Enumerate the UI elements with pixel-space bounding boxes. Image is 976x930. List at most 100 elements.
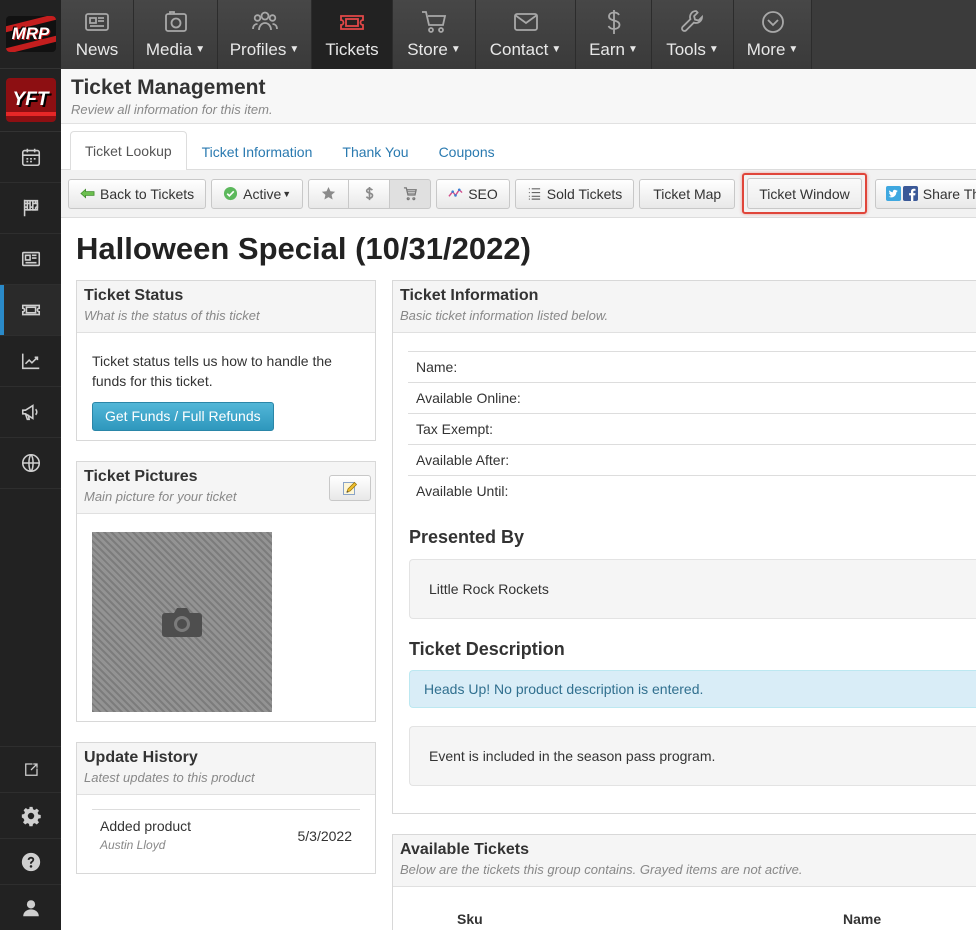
nav-more-label: More (746, 40, 786, 59)
update-history-subtitle: Latest updates to this product (84, 770, 255, 785)
ticket-status-header: Ticket Status What is the status of this… (77, 281, 375, 333)
ticket-info-table: Name: Available Online: Tax Exempt: Avai… (408, 351, 976, 507)
ticket-status-body: Ticket status tells us how to handle the… (77, 333, 375, 449)
nav-media-label: Media (145, 40, 193, 59)
share-this-label: Share This (922, 185, 976, 202)
tab-thank-you[interactable]: Thank You (327, 132, 423, 170)
update-history-panel: Update History Latest updates to this pr… (76, 742, 376, 874)
get-funds-refunds-button[interactable]: Get Funds / Full Refunds (92, 402, 274, 431)
globe-icon (21, 453, 40, 473)
info-row-available-after: Available After: (408, 445, 976, 476)
action-toolbar: Back to Tickets Active ▼ SEO Sold Tickets… (61, 170, 976, 218)
cart-toggle-button[interactable] (390, 178, 432, 209)
mrp-logo[interactable]: MRP (0, 0, 61, 69)
ticket-window-highlight: Ticket Window (742, 173, 867, 214)
chevron-circle-icon (761, 11, 784, 33)
nav-news[interactable]: News (61, 0, 134, 69)
checkered-flag-icon (23, 199, 38, 217)
edit-picture-button[interactable] (329, 475, 371, 501)
tab-coupons[interactable]: Coupons (424, 132, 510, 170)
megaphone-icon (21, 404, 38, 421)
twitter-icon (885, 186, 901, 201)
ticket-status-description: Ticket status tells us how to handle the… (92, 353, 332, 389)
available-tickets-title: Available Tickets (400, 841, 529, 858)
price-toggle-button[interactable] (349, 178, 391, 209)
user-icon (22, 899, 39, 916)
nav-profiles[interactable]: Profiles ▼ (218, 0, 312, 69)
back-to-tickets-button[interactable]: Back to Tickets (68, 178, 207, 209)
sidebar-item-external[interactable] (0, 746, 61, 792)
sold-tickets-button[interactable]: Sold Tickets (514, 178, 635, 209)
share-this-button[interactable]: Share This (874, 178, 976, 209)
page-subtitle: Review all information for this item. (71, 102, 273, 117)
nav-store[interactable]: Store ▼ (393, 0, 476, 69)
edit-pencil-icon (343, 481, 358, 495)
available-tickets-panel: Available Tickets Below are the tickets … (392, 834, 976, 930)
sidebar-item-marketing[interactable] (0, 387, 61, 438)
nav-tickets[interactable]: Tickets (312, 0, 393, 69)
back-to-tickets-label: Back to Tickets (100, 185, 195, 202)
nav-contact[interactable]: Contact ▼ (476, 0, 576, 69)
tab-ticket-lookup[interactable]: Ticket Lookup (70, 131, 187, 170)
nav-earn-label: Earn (589, 40, 625, 59)
ticket-pictures-title: Ticket Pictures (84, 468, 198, 485)
view-toggle-group (308, 178, 432, 209)
info-row-available-online: Available Online: (408, 383, 976, 414)
ticket-status-panel: Ticket Status What is the status of this… (76, 280, 376, 441)
nav-earn[interactable]: Earn ▼ (576, 0, 652, 69)
ticket-pictures-subtitle: Main picture for your ticket (84, 489, 237, 504)
sidebar-item-profile[interactable] (0, 884, 61, 930)
seo-button[interactable]: SEO (436, 178, 510, 209)
active-status-label: Active (243, 185, 282, 202)
sidebar-item-racing[interactable] (0, 183, 61, 234)
sidebar-item-stats[interactable] (0, 336, 61, 387)
facebook-icon (902, 186, 918, 201)
users-icon (251, 11, 278, 31)
sidebar-item-help[interactable] (0, 838, 61, 884)
sidebar-item-calendar[interactable] (0, 132, 61, 183)
sidebar-item-tickets[interactable] (0, 285, 61, 336)
camera-icon (162, 608, 202, 637)
ticket-map-button[interactable]: Ticket Map (639, 178, 736, 209)
nav-store-label: Store (407, 40, 448, 59)
mrp-logo-text: MRP (11, 24, 50, 43)
ticket-pictures-header: Ticket Pictures Main picture for your ti… (77, 462, 375, 514)
calendar-icon (21, 148, 40, 167)
active-status-dropdown[interactable]: Active ▼ (211, 178, 304, 209)
column-header-sku[interactable]: Sku (457, 911, 483, 927)
sidebar-item-web[interactable] (0, 438, 61, 489)
season-pass-well: Event is included in the season pass pro… (409, 726, 976, 786)
info-row-tax-exempt: Tax Exempt: (408, 414, 976, 445)
presented-by-well: Little Rock Rockets (409, 559, 976, 619)
nav-media[interactable]: Media ▼ (134, 0, 218, 69)
nav-tickets-label: Tickets (325, 40, 379, 59)
help-icon (21, 852, 40, 871)
camera-icon (164, 11, 187, 32)
nav-tools-label: Tools (666, 40, 706, 59)
presented-by-value: Little Rock Rockets (429, 581, 549, 597)
nav-contact-label: Contact (489, 40, 549, 59)
tab-ticket-information[interactable]: Ticket Information (187, 132, 328, 170)
no-description-alert: Heads Up! No product description is ente… (409, 670, 976, 708)
ticket-status-subtitle: What is the status of this ticket (84, 308, 260, 323)
yft-logo[interactable]: YFT (0, 69, 61, 132)
ticket-picture-placeholder[interactable] (92, 532, 272, 712)
nav-more[interactable]: More ▼ (734, 0, 812, 69)
history-date: 5/3/2022 (297, 828, 353, 844)
info-row-available-until: Available Until: (416, 483, 509, 499)
nav-tools[interactable]: Tools ▼ (652, 0, 734, 69)
seo-label: SEO (468, 185, 498, 202)
featured-toggle-button[interactable] (308, 178, 350, 209)
trending-chart-icon (21, 353, 39, 370)
sidebar-item-settings[interactable] (0, 792, 61, 838)
nav-profiles-label: Profiles (229, 40, 287, 59)
sidebar-item-news[interactable] (0, 234, 61, 285)
top-navigation: News Media ▼ Profiles ▼ Tickets Store ▼ Con… (61, 0, 976, 69)
arrow-left-icon (80, 188, 95, 199)
check-circle-icon (224, 186, 238, 201)
ticket-window-button[interactable]: Ticket Window (747, 178, 862, 209)
ticket-information-header: Ticket Information Basic ticket informat… (393, 281, 976, 333)
page-header: Ticket Management Review all information… (61, 69, 976, 124)
column-header-name[interactable]: Name (843, 911, 881, 927)
info-row-name: Name: (408, 352, 976, 383)
